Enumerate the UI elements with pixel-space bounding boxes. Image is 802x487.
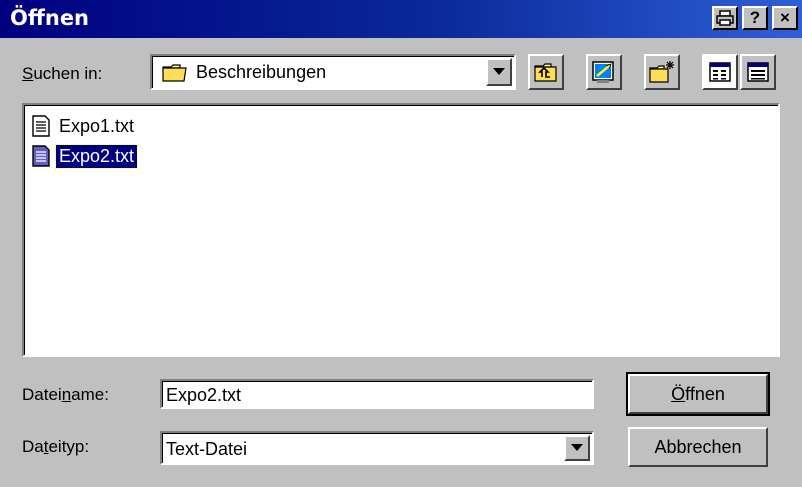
filename-input[interactable] [166, 384, 586, 406]
desktop-icon [592, 61, 614, 83]
look-in-value: Beschreibungen [196, 62, 327, 82]
file-name: Expo2.txt [54, 143, 139, 169]
new-folder-icon [649, 61, 674, 83]
help-icon: ? [749, 8, 761, 27]
printer-icon [716, 10, 734, 26]
file-item-expo1[interactable]: Expo1.txt [32, 113, 137, 139]
list-view-icon [709, 62, 731, 82]
desktop-button[interactable] [586, 54, 622, 90]
look-in-dropdown-button[interactable] [486, 58, 512, 86]
filetype-dropdown[interactable]: Text-Datei [160, 431, 594, 465]
file-name: Expo1.txt [59, 115, 135, 136]
window-title: Öffnen [10, 6, 90, 30]
open-dialog: Öffnen ? × Suchen in: Beschreibungen Exp… [0, 0, 802, 487]
up-one-level-button[interactable] [528, 54, 564, 90]
folder-icon [162, 64, 187, 82]
list-view-button[interactable] [702, 54, 738, 90]
filename-field[interactable] [160, 379, 594, 409]
look-in-label: Suchen in: [22, 64, 103, 83]
text-file-icon [32, 145, 50, 167]
cancel-button-label: Abbrechen [654, 436, 742, 457]
look-in-dropdown[interactable]: Beschreibungen [150, 54, 516, 90]
close-icon: × [780, 8, 790, 27]
filename-label: Dateiname: [22, 385, 109, 404]
close-button[interactable]: × [772, 6, 798, 30]
open-button[interactable]: Öffnen [626, 372, 770, 416]
open-button-label: Öffnen [671, 383, 725, 404]
file-item-expo2[interactable]: Expo2.txt [32, 143, 139, 169]
new-folder-button[interactable] [644, 54, 680, 90]
details-view-icon [747, 62, 769, 82]
up-folder-icon [534, 63, 557, 82]
dropdown-arrow-icon [571, 444, 583, 451]
filetype-value: Text-Datei [166, 439, 248, 459]
details-view-button[interactable] [740, 54, 776, 90]
title-bar[interactable]: Öffnen ? × [0, 0, 802, 38]
filetype-dropdown-button[interactable] [564, 435, 590, 461]
text-file-icon [32, 115, 50, 137]
file-list[interactable]: Expo1.txt Expo2.txt [22, 103, 780, 357]
print-button[interactable] [712, 6, 738, 30]
filetype-label: Dateityp: [22, 437, 90, 456]
dropdown-arrow-icon [493, 68, 505, 75]
help-button[interactable]: ? [742, 6, 768, 30]
cancel-button[interactable]: Abbrechen [628, 427, 768, 467]
